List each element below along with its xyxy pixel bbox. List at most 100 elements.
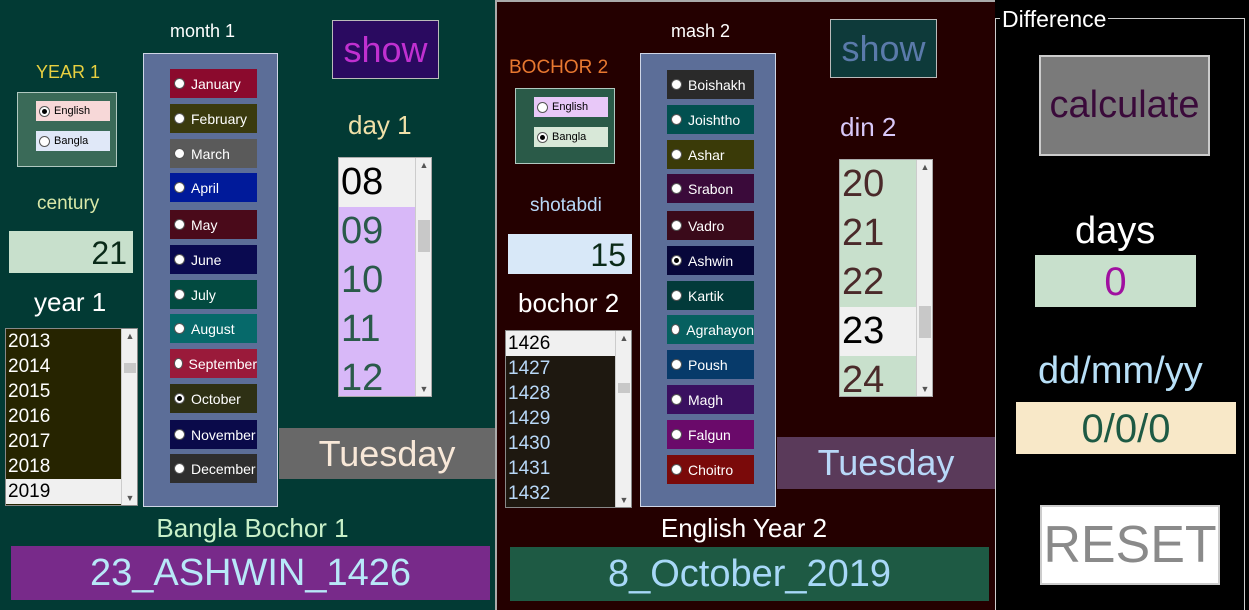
scroll-up-icon[interactable]: ▲ bbox=[616, 331, 631, 345]
month-option-kartik[interactable]: Kartik bbox=[667, 281, 754, 310]
list-item[interactable]: 11 bbox=[339, 305, 415, 354]
list-item[interactable]: 1427 bbox=[506, 356, 615, 381]
scroll-up-icon[interactable]: ▲ bbox=[416, 158, 431, 172]
scroll-down-icon[interactable]: ▼ bbox=[122, 491, 137, 505]
list-item[interactable]: 12 bbox=[339, 354, 415, 396]
list-item[interactable]: 21 bbox=[840, 209, 916, 258]
month-option-magh[interactable]: Magh bbox=[667, 385, 754, 414]
scroll-down-icon[interactable]: ▼ bbox=[416, 382, 431, 396]
list-item[interactable]: 2016 bbox=[6, 404, 121, 429]
day-listbox-1[interactable]: 08 09 10 11 12 ▲ ▼ bbox=[338, 157, 432, 397]
year-listbox-1[interactable]: 2013 2014 2015 2016 2017 2018 2019 ▲ ▼ bbox=[5, 328, 138, 506]
month-option-june[interactable]: June bbox=[170, 245, 257, 274]
radio-icon bbox=[671, 429, 682, 440]
list-item[interactable]: 09 bbox=[339, 207, 415, 256]
calendar-option-english-1[interactable]: English bbox=[36, 101, 110, 121]
scroll-down-icon[interactable]: ▼ bbox=[917, 382, 932, 396]
month-option-label: May bbox=[191, 216, 218, 233]
date-value: 0/0/0 bbox=[1016, 402, 1236, 454]
year-listbox-2[interactable]: 1426 1427 1428 1429 1430 1431 1432 ▲ ▼ bbox=[505, 330, 632, 508]
year-scrollbar-2[interactable]: ▲ ▼ bbox=[615, 331, 631, 507]
month-option-january[interactable]: January bbox=[170, 69, 257, 98]
century-field-1[interactable]: 21 bbox=[9, 231, 133, 273]
month-option-ashar[interactable]: Ashar bbox=[667, 140, 754, 169]
list-item-selected[interactable]: 2019 bbox=[6, 479, 121, 504]
list-item[interactable]: 1432 bbox=[506, 481, 615, 506]
month-option-poush[interactable]: Poush bbox=[667, 350, 754, 379]
month-option-august[interactable]: August bbox=[170, 314, 257, 343]
scroll-thumb[interactable] bbox=[618, 383, 630, 393]
list-item[interactable]: 1431 bbox=[506, 456, 615, 481]
calendar-option-label: English bbox=[552, 101, 589, 113]
list-item[interactable]: 1428 bbox=[506, 381, 615, 406]
calendar-option-label: Bangla bbox=[54, 135, 89, 147]
list-item[interactable]: 2018 bbox=[6, 454, 121, 479]
list-item[interactable]: 2017 bbox=[6, 429, 121, 454]
show-button-1[interactable]: show bbox=[332, 20, 439, 79]
days-label: days bbox=[1075, 210, 1156, 252]
scroll-up-icon[interactable]: ▲ bbox=[122, 329, 137, 343]
month-option-october[interactable]: October bbox=[170, 384, 257, 413]
radio-icon bbox=[671, 359, 682, 370]
list-item-selected[interactable]: 1426 bbox=[506, 331, 615, 356]
scroll-thumb[interactable] bbox=[124, 363, 136, 373]
century-label-2: shotabdi bbox=[530, 195, 602, 216]
scroll-thumb[interactable] bbox=[418, 220, 430, 252]
month-option-joishtho[interactable]: Joishtho bbox=[667, 105, 754, 134]
calendar-option-bangla-2[interactable]: Bangla bbox=[534, 127, 608, 147]
list-item[interactable]: 20 bbox=[840, 160, 916, 209]
scroll-down-icon[interactable]: ▼ bbox=[616, 493, 631, 507]
month-option-label: July bbox=[191, 286, 216, 303]
radio-icon bbox=[174, 429, 185, 440]
calendar-option-label: English bbox=[54, 105, 91, 117]
list-item[interactable]: 1430 bbox=[506, 431, 615, 456]
month-option-choitro[interactable]: Choitro bbox=[667, 455, 754, 484]
list-item[interactable]: 1429 bbox=[506, 406, 615, 431]
month-option-september[interactable]: September bbox=[170, 349, 257, 378]
month-label-2: mash 2 bbox=[671, 21, 731, 41]
day-scrollbar-2[interactable]: ▲ ▼ bbox=[916, 160, 932, 396]
list-item[interactable]: 2013 bbox=[6, 329, 121, 354]
show-button-2[interactable]: show bbox=[830, 19, 937, 78]
calculate-button[interactable]: calculate bbox=[1039, 55, 1210, 156]
list-item[interactable]: 10 bbox=[339, 256, 415, 305]
calendar-option-bangla-1[interactable]: Bangla bbox=[36, 131, 110, 151]
list-item[interactable]: 24 bbox=[840, 356, 916, 396]
list-item[interactable]: 2014 bbox=[6, 354, 121, 379]
radio-icon bbox=[671, 324, 681, 335]
day-listbox-2[interactable]: 20 21 22 23 24 ▲ ▼ bbox=[839, 159, 933, 397]
month-option-label: April bbox=[191, 179, 220, 196]
weekday-display-1: Tuesday bbox=[279, 428, 495, 479]
list-item[interactable]: 2015 bbox=[6, 379, 121, 404]
month-option-falgun[interactable]: Falgun bbox=[667, 420, 754, 449]
month-option-april[interactable]: April bbox=[170, 173, 257, 202]
century-field-2[interactable]: 15 bbox=[508, 234, 632, 274]
scroll-thumb[interactable] bbox=[919, 306, 931, 338]
list-item[interactable]: 22 bbox=[840, 258, 916, 307]
list-item-selected[interactable]: 08 bbox=[339, 158, 415, 207]
reset-button[interactable]: RESET bbox=[1040, 505, 1220, 585]
month-option-december[interactable]: December bbox=[170, 454, 257, 483]
month-option-boishakh[interactable]: Boishakh bbox=[667, 70, 754, 99]
month-option-may[interactable]: May bbox=[170, 210, 257, 239]
list-item-selected[interactable]: 23 bbox=[840, 307, 916, 356]
day-scrollbar-1[interactable]: ▲ ▼ bbox=[415, 158, 431, 396]
month-option-november[interactable]: November bbox=[170, 420, 257, 449]
month-option-march[interactable]: March bbox=[170, 139, 257, 168]
month-option-label: Ashar bbox=[688, 146, 725, 163]
month-option-label: October bbox=[191, 390, 241, 407]
month-option-july[interactable]: July bbox=[170, 280, 257, 309]
scroll-up-icon[interactable]: ▲ bbox=[917, 160, 932, 174]
calendar-option-english-2[interactable]: English bbox=[534, 97, 608, 117]
month-option-february[interactable]: February bbox=[170, 104, 257, 133]
radio-icon bbox=[671, 220, 682, 231]
month-option-label: March bbox=[191, 145, 230, 162]
month-option-agrahayon[interactable]: Agrahayon bbox=[667, 315, 754, 344]
day-label-2: din 2 bbox=[840, 112, 897, 142]
month-option-vadro[interactable]: Vadro bbox=[667, 211, 754, 240]
date-label: dd/mm/yy bbox=[1038, 350, 1203, 392]
month-option-ashwin[interactable]: Ashwin bbox=[667, 246, 754, 275]
month-option-srabon[interactable]: Srabon bbox=[667, 174, 754, 203]
radio-icon bbox=[174, 463, 185, 474]
year-scrollbar-1[interactable]: ▲ ▼ bbox=[121, 329, 137, 505]
